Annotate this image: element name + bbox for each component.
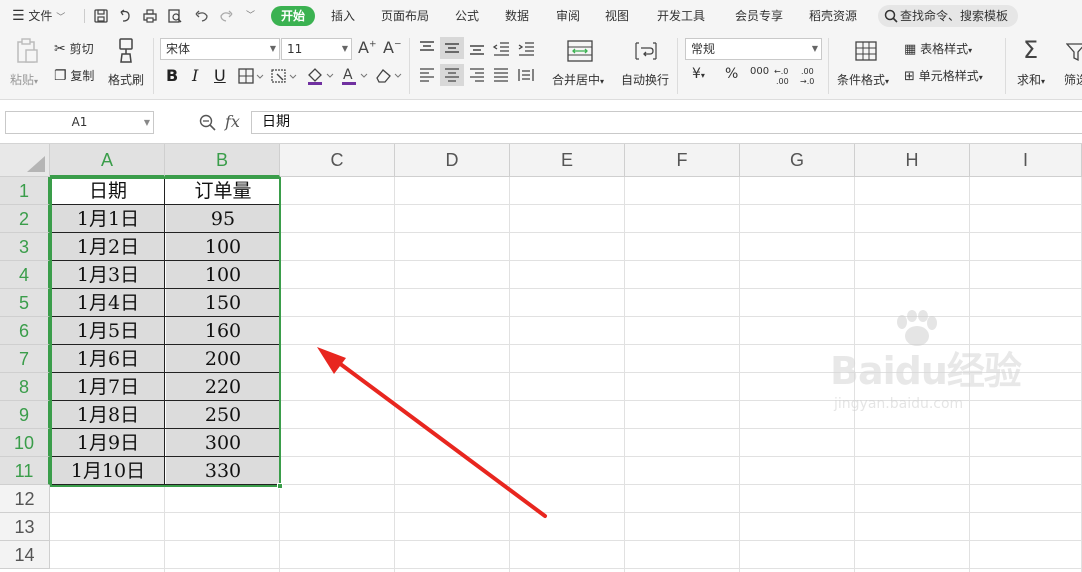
- watermark-url: jingyan.baidu.com: [834, 396, 964, 412]
- baidu-jingyan-watermark: Baidu经验 jingyan.baidu.com: [830, 310, 1030, 430]
- annotation-arrow: [317, 347, 547, 518]
- watermark-brand: Baidu经验: [830, 349, 1022, 393]
